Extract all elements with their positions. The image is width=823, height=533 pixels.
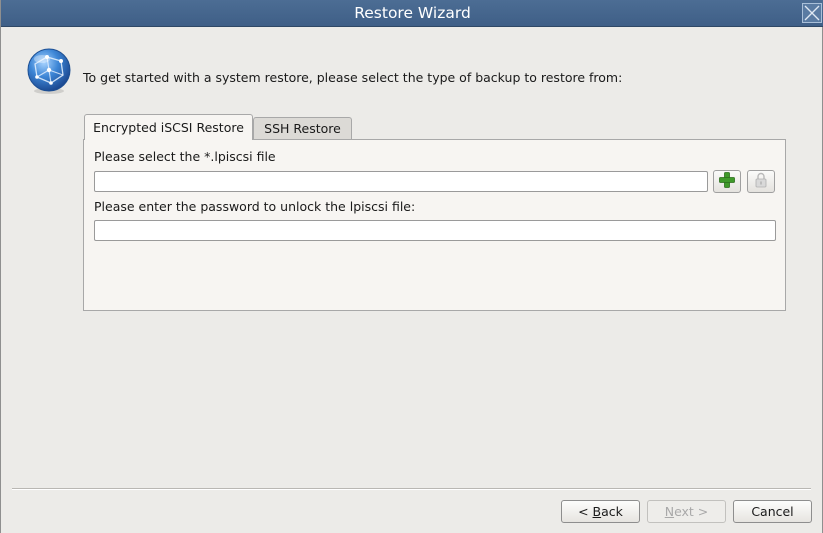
close-icon[interactable] (802, 3, 822, 23)
password-input[interactable] (94, 220, 776, 241)
lock-button[interactable] (747, 170, 775, 193)
tab-ssh-restore[interactable]: SSH Restore (253, 117, 352, 139)
intro-text: To get started with a system restore, pl… (83, 70, 623, 85)
back-mnemonic: B (592, 504, 602, 519)
password-label: Please enter the password to unlock the … (94, 199, 416, 214)
back-button[interactable]: < Back (561, 500, 640, 523)
tab-panel: Please select the *.lpiscsi file Please … (83, 139, 786, 311)
restore-wizard-window: Restore Wizard To get started with a sys… (0, 0, 823, 533)
title-bar[interactable]: Restore Wizard (1, 0, 823, 27)
back-rest: ack (601, 504, 623, 519)
file-path-input[interactable] (94, 171, 708, 192)
add-file-button[interactable] (713, 170, 741, 193)
plus-icon (719, 172, 735, 191)
back-prefix: < (578, 504, 593, 519)
next-button[interactable]: Next > (647, 500, 726, 523)
cancel-button[interactable]: Cancel (733, 500, 812, 523)
file-label: Please select the *.lpiscsi file (94, 149, 276, 164)
next-mnemonic: N (664, 504, 675, 519)
footer-separator (12, 488, 811, 490)
tab-encrypted-iscsi-restore[interactable]: Encrypted iSCSI Restore (84, 114, 253, 140)
lock-icon (755, 172, 767, 191)
next-rest: ext > (674, 504, 709, 519)
globe-icon (25, 47, 73, 95)
window-title: Restore Wizard (354, 4, 471, 22)
